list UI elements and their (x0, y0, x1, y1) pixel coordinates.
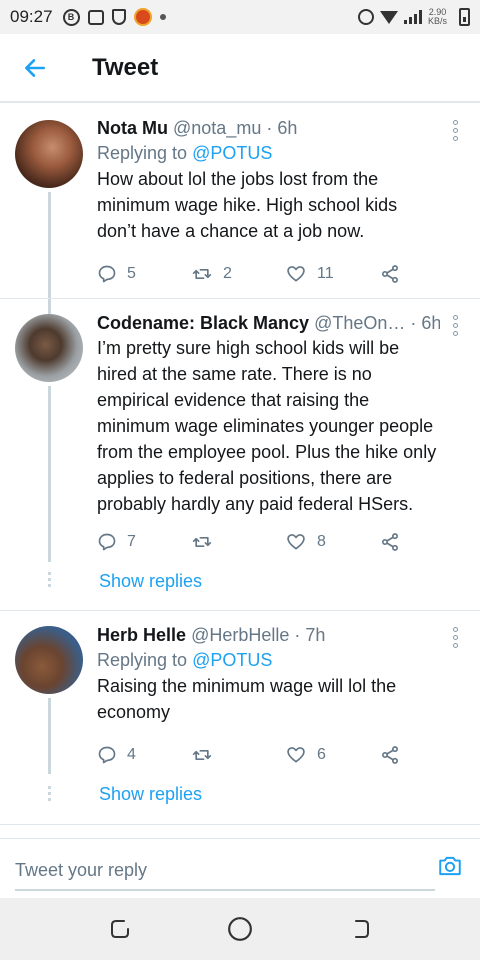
app-icon (133, 8, 152, 26)
mention-link[interactable]: @POTUS (192, 143, 272, 163)
heart-icon (287, 534, 305, 550)
like-count: 8 (317, 533, 326, 550)
system-navigation-bar (0, 898, 480, 960)
status-time: 09:27 (10, 7, 53, 26)
reply-count: 7 (127, 533, 136, 550)
like-count: 6 (317, 746, 326, 763)
back-button[interactable] (0, 34, 70, 102)
reply-button[interactable]: 5 (97, 264, 191, 284)
share-icon (382, 746, 398, 764)
replying-prefix: Replying to (97, 143, 188, 163)
camera-button[interactable] (436, 853, 464, 884)
replying-prefix: Replying to (97, 650, 188, 670)
back-nav-icon (355, 920, 369, 938)
reply-bar (0, 838, 480, 898)
author-handle: @TheOn… · 6h (314, 313, 440, 333)
signal-icon (403, 10, 422, 24)
retweet-icon (192, 537, 212, 547)
share-icon (382, 265, 398, 283)
reply-divider (0, 610, 480, 611)
share-icon (382, 533, 398, 551)
camera-icon (439, 856, 461, 876)
home-button[interactable] (220, 909, 260, 949)
comment-icon (98, 533, 116, 551)
like-button[interactable]: 6 (285, 745, 379, 765)
home-circle-icon (228, 917, 252, 941)
reply-divider (0, 824, 480, 825)
tweet-reply-input[interactable] (15, 851, 435, 891)
dot-icon (159, 14, 166, 20)
author-name[interactable]: Nota Mu (97, 118, 168, 138)
tweet-text: Raising the minimum wage will lol the ec… (97, 676, 397, 722)
mention-link[interactable]: @POTUS (192, 650, 272, 670)
retweet-button[interactable] (191, 745, 285, 765)
battery-icon (459, 8, 470, 26)
heart-icon (287, 266, 305, 282)
back-nav-button[interactable] (340, 909, 380, 949)
action-bar: 5 2 11 (97, 264, 473, 284)
author-name[interactable]: Codename: Black Mancy (97, 313, 309, 333)
network-speed: 2.90 KB/s (428, 8, 447, 26)
status-bar: 09:27 B 2.90 KB/s (0, 0, 480, 34)
header: Tweet (0, 34, 480, 102)
page-title: Tweet (92, 53, 159, 81)
show-replies-link[interactable]: Show replies (99, 784, 202, 805)
share-button[interactable] (379, 264, 473, 284)
recents-icon (111, 920, 129, 938)
b-icon: B (62, 8, 80, 26)
comment-icon (98, 265, 116, 283)
square-icon (87, 9, 104, 25)
thread-dots (48, 786, 51, 804)
tweet-text: How about lol the jobs lost from the min… (97, 169, 398, 241)
tweet-text: I’m pretty sure high school kids will be… (97, 338, 437, 514)
like-count: 11 (317, 265, 334, 282)
arrow-left-icon (25, 58, 45, 77)
wifi-icon (379, 10, 398, 24)
reply-button[interactable]: 4 (97, 745, 191, 765)
reply-item[interactable]: Codename: Black Mancy @TheOn… · 6h I’m p… (0, 311, 480, 517)
retweet-button[interactable]: 2 (191, 264, 285, 284)
reply-divider (0, 298, 480, 299)
action-bar: 7 8 (97, 532, 473, 552)
author-name[interactable]: Herb Helle (97, 625, 186, 645)
author-handle: @nota_mu · 6h (173, 118, 298, 138)
reply-meta: Nota Mu @nota_mu · 6h (97, 116, 440, 140)
like-button[interactable]: 11 (285, 264, 379, 284)
retweet-icon (192, 750, 212, 760)
reply-count: 4 (127, 746, 136, 763)
like-button[interactable]: 8 (285, 532, 379, 552)
alarm-icon (357, 9, 374, 25)
show-replies-link[interactable]: Show replies (99, 571, 202, 592)
shield-icon (111, 9, 126, 25)
reply-meta: Codename: Black Mancy @TheOn… · 6h (97, 311, 440, 335)
reply-count: 5 (127, 265, 136, 282)
replying-to: Replying to @POTUS (97, 647, 440, 673)
reply-item[interactable]: Herb Helle @HerbHelle · 7h Replying to @… (0, 623, 480, 725)
replying-to: Replying to @POTUS (97, 140, 440, 166)
comment-icon (98, 746, 116, 764)
reply-button[interactable]: 7 (97, 532, 191, 552)
heart-icon (287, 747, 305, 763)
reply-meta: Herb Helle @HerbHelle · 7h (97, 623, 440, 647)
retweet-icon (192, 269, 212, 279)
header-divider (0, 102, 480, 103)
share-button[interactable] (379, 745, 473, 765)
author-handle: @HerbHelle · 7h (191, 625, 326, 645)
network-speed-unit: KB/s (427, 16, 447, 26)
share-button[interactable] (379, 532, 473, 552)
thread-dots (48, 572, 51, 590)
reply-item[interactable]: Nota Mu @nota_mu · 6h Replying to @POTUS… (0, 116, 480, 244)
retweet-count: 2 (223, 265, 232, 282)
recents-button[interactable] (100, 909, 140, 949)
retweet-button[interactable] (191, 532, 285, 552)
action-bar: 4 6 (97, 745, 473, 765)
